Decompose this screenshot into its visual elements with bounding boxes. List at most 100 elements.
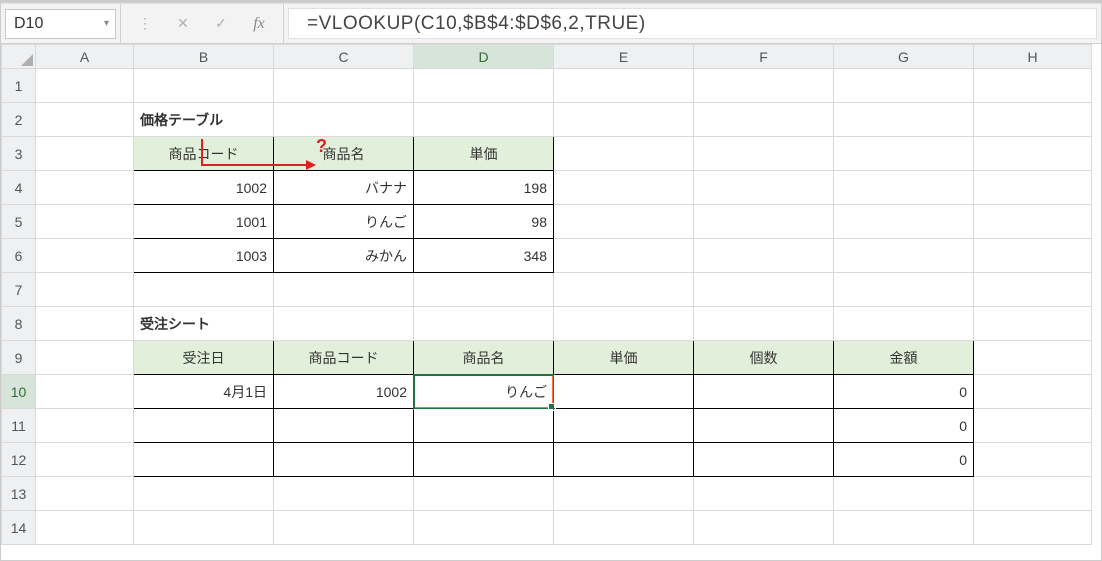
col-header-B[interactable]: B bbox=[134, 45, 274, 69]
cell-G12[interactable]: 0 bbox=[834, 443, 974, 477]
row-header-11[interactable]: 11 bbox=[2, 409, 36, 443]
formula-input[interactable]: =VLOOKUP(C10,$B$4:$D$6,2,TRUE) bbox=[288, 8, 1097, 39]
cell-B8[interactable]: 受注シート bbox=[134, 307, 274, 341]
cell-E10[interactable] bbox=[554, 375, 694, 409]
cell-H6[interactable] bbox=[974, 239, 1092, 273]
cell-A13[interactable] bbox=[36, 477, 134, 511]
cell-H14[interactable] bbox=[974, 511, 1092, 545]
cell-A4[interactable] bbox=[36, 171, 134, 205]
row-header-5[interactable]: 5 bbox=[2, 205, 36, 239]
cell-C13[interactable] bbox=[274, 477, 414, 511]
row-header-9[interactable]: 9 bbox=[2, 341, 36, 375]
cell-H2[interactable] bbox=[974, 103, 1092, 137]
cell-E1[interactable] bbox=[554, 69, 694, 103]
cell-C5[interactable]: りんご bbox=[274, 205, 414, 239]
row-header-14[interactable]: 14 bbox=[2, 511, 36, 545]
name-box[interactable]: D10 ▾ bbox=[5, 9, 116, 39]
col-header-E[interactable]: E bbox=[554, 45, 694, 69]
cell-B3[interactable]: 商品コード bbox=[134, 137, 274, 171]
cell-F4[interactable] bbox=[694, 171, 834, 205]
cell-E3[interactable] bbox=[554, 137, 694, 171]
cell-D8[interactable] bbox=[414, 307, 554, 341]
cell-H3[interactable] bbox=[974, 137, 1092, 171]
cell-A1[interactable] bbox=[36, 69, 134, 103]
cell-E6[interactable] bbox=[554, 239, 694, 273]
cell-F2[interactable] bbox=[694, 103, 834, 137]
cell-E8[interactable] bbox=[554, 307, 694, 341]
cell-C6[interactable]: みかん bbox=[274, 239, 414, 273]
cell-C10[interactable]: 1002 bbox=[274, 375, 414, 409]
cell-B6[interactable]: 1003 bbox=[134, 239, 274, 273]
cell-E9[interactable]: 単価 bbox=[554, 341, 694, 375]
cell-F10[interactable] bbox=[694, 375, 834, 409]
cell-C1[interactable] bbox=[274, 69, 414, 103]
cell-H13[interactable] bbox=[974, 477, 1092, 511]
cell-D13[interactable] bbox=[414, 477, 554, 511]
cell-F3[interactable] bbox=[694, 137, 834, 171]
cell-E13[interactable] bbox=[554, 477, 694, 511]
cancel-icon[interactable]: ✕ bbox=[173, 14, 193, 34]
cell-F11[interactable] bbox=[694, 409, 834, 443]
cell-G3[interactable] bbox=[834, 137, 974, 171]
cell-A8[interactable] bbox=[36, 307, 134, 341]
cell-B4[interactable]: 1002 bbox=[134, 171, 274, 205]
cell-A7[interactable] bbox=[36, 273, 134, 307]
cell-H8[interactable] bbox=[974, 307, 1092, 341]
cell-E4[interactable] bbox=[554, 171, 694, 205]
worksheet-grid[interactable]: A B C D E F G H 1 2 価格テーブル 3 商品コード bbox=[1, 44, 1101, 545]
cell-C2[interactable] bbox=[274, 103, 414, 137]
cell-E7[interactable] bbox=[554, 273, 694, 307]
row-header-12[interactable]: 12 bbox=[2, 443, 36, 477]
cell-A11[interactable] bbox=[36, 409, 134, 443]
cell-E2[interactable] bbox=[554, 103, 694, 137]
cell-F5[interactable] bbox=[694, 205, 834, 239]
row-header-4[interactable]: 4 bbox=[2, 171, 36, 205]
cell-G8[interactable] bbox=[834, 307, 974, 341]
cell-E14[interactable] bbox=[554, 511, 694, 545]
dropdown-caret-icon[interactable]: ▾ bbox=[104, 18, 109, 29]
row-header-13[interactable]: 13 bbox=[2, 477, 36, 511]
cell-A5[interactable] bbox=[36, 205, 134, 239]
cell-C11[interactable] bbox=[274, 409, 414, 443]
row-header-3[interactable]: 3 bbox=[2, 137, 36, 171]
col-header-A[interactable]: A bbox=[36, 45, 134, 69]
fx-icon[interactable]: fx bbox=[249, 14, 269, 34]
cell-C8[interactable] bbox=[274, 307, 414, 341]
cell-A10[interactable] bbox=[36, 375, 134, 409]
cell-B1[interactable] bbox=[134, 69, 274, 103]
cell-H9[interactable] bbox=[974, 341, 1092, 375]
enter-check-icon[interactable]: ✓ bbox=[211, 14, 231, 34]
cell-G11[interactable]: 0 bbox=[834, 409, 974, 443]
cell-D12[interactable] bbox=[414, 443, 554, 477]
cell-G14[interactable] bbox=[834, 511, 974, 545]
cell-D5[interactable]: 98 bbox=[414, 205, 554, 239]
cell-G13[interactable] bbox=[834, 477, 974, 511]
cell-F12[interactable] bbox=[694, 443, 834, 477]
col-header-C[interactable]: C bbox=[274, 45, 414, 69]
cell-G10[interactable]: 0 bbox=[834, 375, 974, 409]
row-header-10[interactable]: 10 bbox=[2, 375, 36, 409]
cell-G9[interactable]: 金額 bbox=[834, 341, 974, 375]
cell-D4[interactable]: 198 bbox=[414, 171, 554, 205]
cell-D3[interactable]: 単価 bbox=[414, 137, 554, 171]
cell-H5[interactable] bbox=[974, 205, 1092, 239]
cell-H10[interactable] bbox=[974, 375, 1092, 409]
cell-B14[interactable] bbox=[134, 511, 274, 545]
cell-H7[interactable] bbox=[974, 273, 1092, 307]
cell-F9[interactable]: 個数 bbox=[694, 341, 834, 375]
cell-A9[interactable] bbox=[36, 341, 134, 375]
col-header-F[interactable]: F bbox=[694, 45, 834, 69]
cell-F7[interactable] bbox=[694, 273, 834, 307]
cell-D7[interactable] bbox=[414, 273, 554, 307]
cell-B10[interactable]: 4月1日 bbox=[134, 375, 274, 409]
col-header-D[interactable]: D bbox=[414, 45, 554, 69]
cell-B7[interactable] bbox=[134, 273, 274, 307]
cell-F13[interactable] bbox=[694, 477, 834, 511]
cell-H12[interactable] bbox=[974, 443, 1092, 477]
cell-G5[interactable] bbox=[834, 205, 974, 239]
cell-B12[interactable] bbox=[134, 443, 274, 477]
cell-A14[interactable] bbox=[36, 511, 134, 545]
cell-D11[interactable] bbox=[414, 409, 554, 443]
cell-G6[interactable] bbox=[834, 239, 974, 273]
cell-H4[interactable] bbox=[974, 171, 1092, 205]
